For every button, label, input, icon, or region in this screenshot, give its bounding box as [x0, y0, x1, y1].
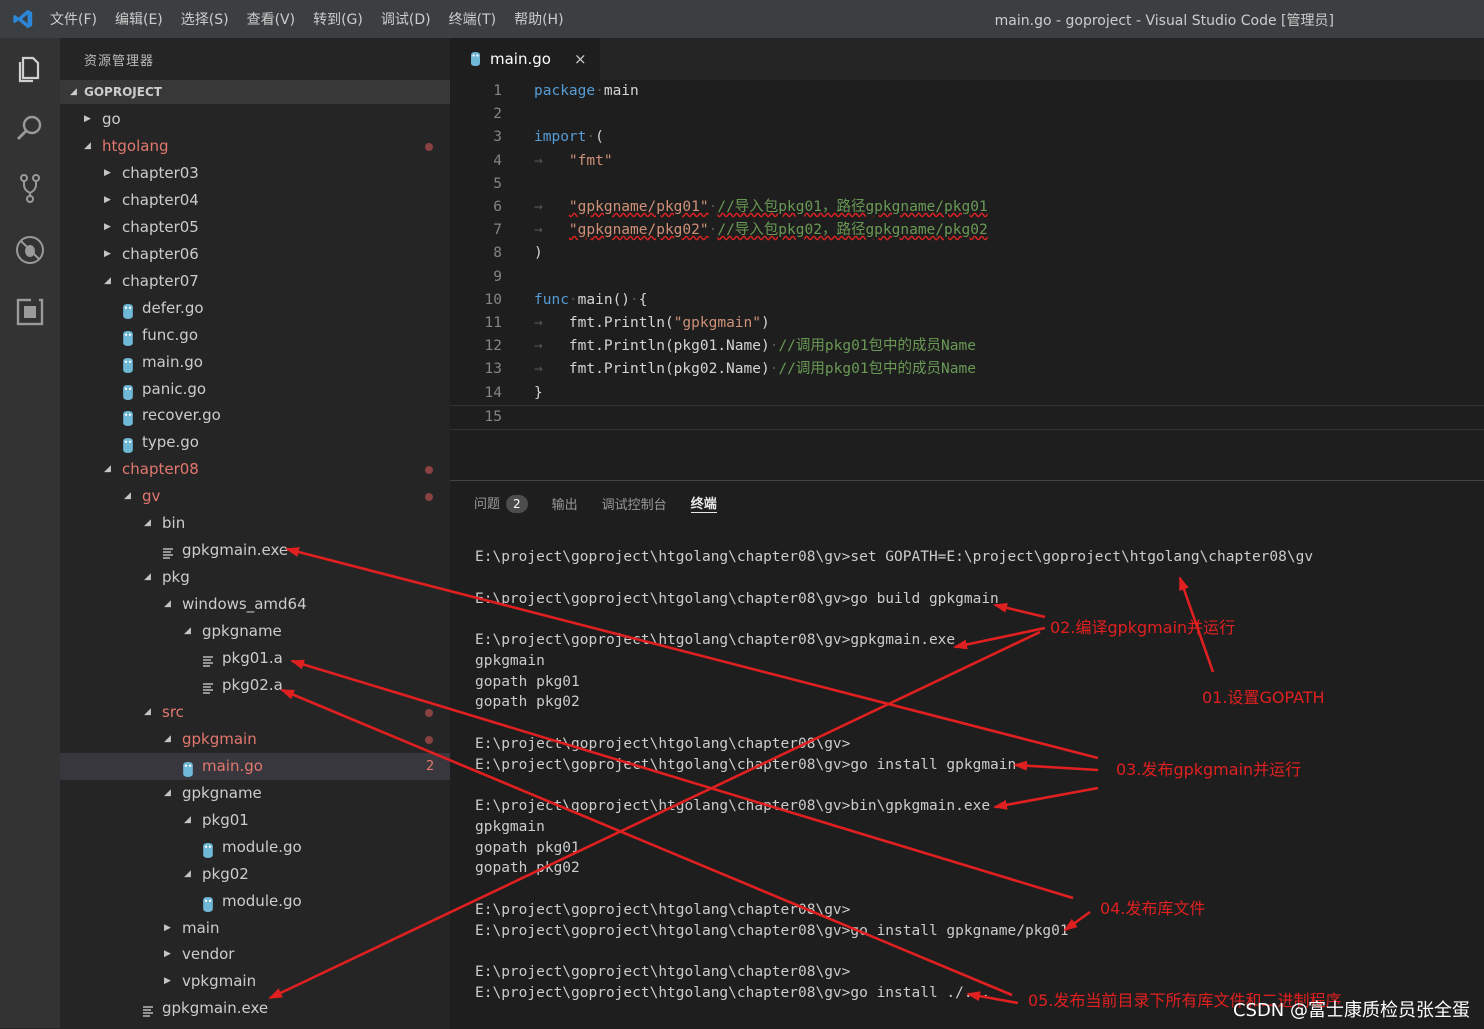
arrow-03a [285, 547, 1099, 760]
annotation-arrows [268, 547, 1215, 1005]
arrow-05a [280, 688, 1013, 997]
arrow-02b [953, 626, 1046, 650]
annotation-03: 03.发布gpkgmain并运行 [1116, 760, 1302, 779]
watermark: CSDN @富士康质检员张全蛋 [1232, 1000, 1470, 1021]
arrow-04b [1063, 910, 1091, 932]
arrow-02a [993, 602, 1046, 619]
arrow-04a [290, 659, 1074, 900]
arrow-02c [268, 630, 1041, 1000]
annotation-02: 02.编译gpkgmain并运行 [1050, 618, 1236, 637]
annotation-04: 04.发布库文件 [1100, 899, 1206, 918]
arrow-03b [1013, 760, 1099, 772]
annotation-01: 01.设置GOPATH [1202, 688, 1325, 707]
arrow-03c [993, 786, 1099, 810]
